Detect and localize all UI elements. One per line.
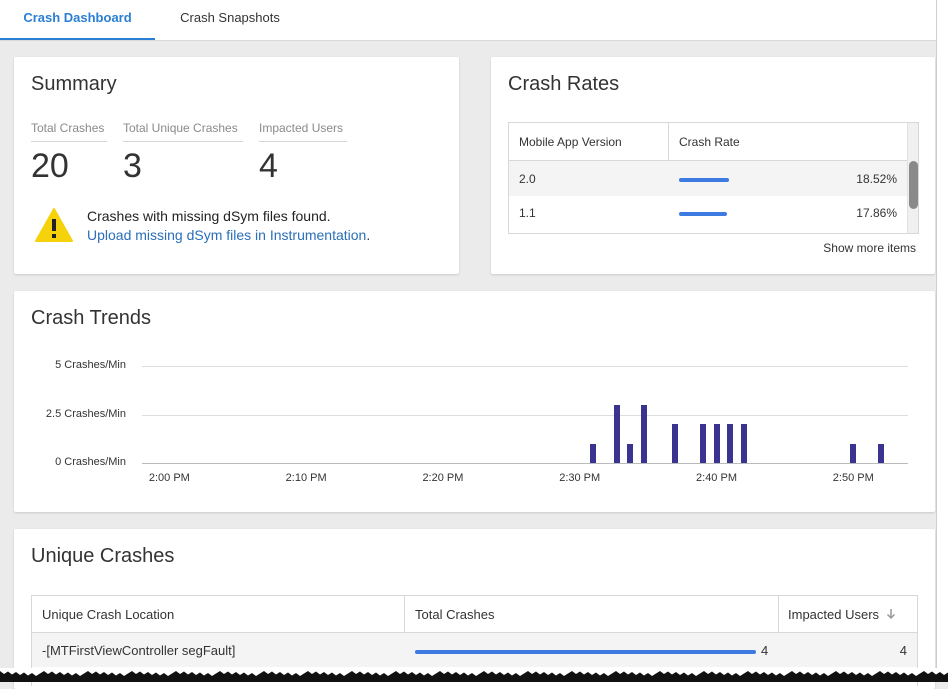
total-unique-crashes-value: 3	[123, 147, 142, 185]
tab-crash-dashboard[interactable]: Crash Dashboard	[0, 0, 155, 40]
scrollbar-thumb[interactable]	[909, 161, 918, 209]
torn-edge	[0, 668, 948, 682]
column-divider	[404, 596, 405, 632]
warning-link-suffix: .	[366, 227, 371, 243]
total-crashes-value: 20	[31, 147, 69, 185]
crash-rates-header: Mobile App Version Crash Rate	[509, 123, 907, 161]
total-unique-crashes-label: Total Unique Crashes	[123, 121, 243, 142]
impacted-users-label: Impacted Users	[259, 121, 347, 142]
warning-message: Crashes with missing dSym files found.	[87, 208, 331, 224]
column-header-total-crashes[interactable]: Total Crashes	[415, 607, 494, 622]
unique-crashes-header: Unique Crash Location Total Crashes Impa…	[32, 596, 917, 633]
table-row[interactable]: 2.0 18.52%	[509, 161, 907, 196]
column-divider	[668, 123, 669, 160]
unique-crashes-card: Unique Crashes Unique Crash Location Tot…	[14, 529, 935, 689]
column-header-crash-rate[interactable]: Crash Rate	[679, 135, 740, 149]
window-edge	[936, 0, 948, 682]
chart-bar[interactable]	[740, 424, 747, 463]
chart-gridline	[142, 366, 908, 367]
column-header-impacted-users[interactable]: Impacted Users	[788, 607, 896, 622]
column-header-version[interactable]: Mobile App Version	[519, 135, 622, 149]
crash-location-cell: -[MTFirstViewController segFault]	[42, 643, 236, 658]
chart-gridline	[142, 463, 908, 464]
upload-dsym-link[interactable]: Upload missing dSym files in Instrumenta…	[87, 227, 366, 243]
impacted-users-cell: 4	[899, 643, 907, 658]
crash-trends-card: Crash Trends 5 Crashes/Min 2.5 Crashes/Mi…	[14, 291, 935, 512]
chart-bar[interactable]	[850, 443, 857, 463]
chart-gridline	[142, 414, 908, 416]
crash-rate-cell: 17.86%	[856, 206, 897, 220]
x-tick-label: 2:50 PM	[832, 472, 874, 484]
chart-bar[interactable]	[699, 424, 706, 463]
column-divider	[778, 596, 779, 632]
crash-rates-card: Crash Rates Mobile App Version Crash Rat…	[491, 57, 935, 274]
impacted-users-value: 4	[259, 147, 278, 185]
warning-link-line: Upload missing dSym files in Instrumenta…	[87, 227, 370, 243]
warning-icon	[35, 208, 73, 242]
chart-bar[interactable]	[613, 404, 620, 463]
tab-crash-snapshots[interactable]: Crash Snapshots	[170, 0, 290, 38]
crash-rate-bar	[679, 212, 727, 216]
x-tick-label: 2:00 PM	[148, 472, 190, 484]
x-tick-label: 2:20 PM	[422, 472, 464, 484]
crash-trends-chart: 5 Crashes/Min 2.5 Crashes/Min 0 Crashes/Mi…	[14, 291, 935, 512]
total-crashes-bar	[415, 650, 756, 654]
chart-bar[interactable]	[727, 424, 734, 463]
summary-title: Summary	[31, 73, 117, 95]
x-tick-label: 2:10 PM	[285, 472, 327, 484]
impacted-users-header-label: Impacted Users	[788, 607, 880, 622]
x-tick-label: 2:30 PM	[559, 472, 601, 484]
chart-bar[interactable]	[713, 424, 720, 463]
tab-bar: Crash Dashboard Crash Snapshots	[0, 0, 936, 41]
y-tick-label: 0 Crashes/Min	[55, 456, 126, 468]
arrow-down-icon[interactable]	[886, 608, 896, 620]
chart-bar[interactable]	[590, 443, 597, 463]
summary-card: Summary Total Crashes 20 Total Unique Cr…	[14, 57, 459, 274]
column-header-location[interactable]: Unique Crash Location	[42, 607, 174, 622]
x-tick-label: 2:40 PM	[696, 472, 737, 484]
crash-rates-table: Mobile App Version Crash Rate 2.0 18.52%…	[508, 122, 919, 234]
chart-bar[interactable]	[672, 424, 679, 463]
chart-bar[interactable]	[877, 443, 884, 463]
version-cell: 1.1	[519, 206, 536, 220]
table-row[interactable]: -[MTFirstViewController segFault] 4 4	[32, 633, 917, 667]
total-crashes-label: Total Crashes	[31, 121, 107, 142]
chart-bar[interactable]	[627, 443, 634, 463]
show-more-items-link[interactable]: Show more items	[823, 241, 916, 255]
y-tick-label: 5 Crashes/Min	[55, 359, 126, 371]
chart-bar[interactable]	[641, 404, 647, 463]
version-cell: 2.0	[519, 172, 536, 186]
y-tick-label: 2.5 Crashes/Min	[45, 407, 126, 420]
unique-crashes-title: Unique Crashes	[31, 545, 175, 567]
table-row[interactable]: 1.1 17.86%	[509, 196, 907, 231]
crash-rate-cell: 18.52%	[856, 172, 897, 186]
table-scrollbar[interactable]	[907, 123, 918, 233]
total-crashes-cell: 4	[761, 643, 769, 658]
crash-rate-bar	[679, 178, 729, 182]
crash-rates-title: Crash Rates	[508, 73, 620, 95]
